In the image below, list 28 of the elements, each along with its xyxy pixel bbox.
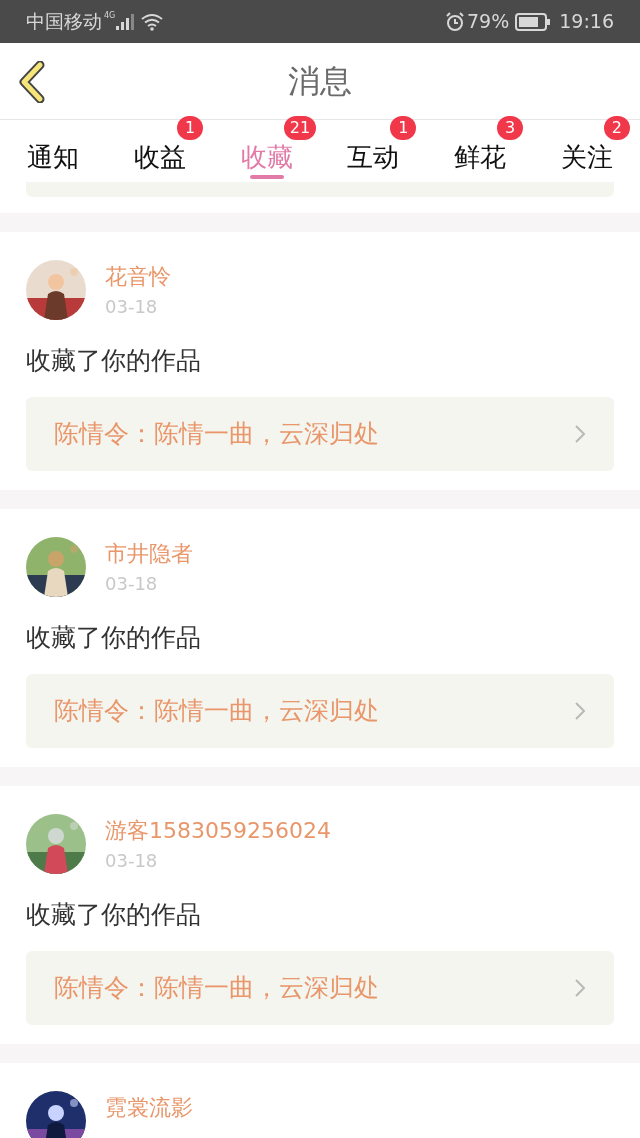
chevron-right-icon	[574, 701, 586, 721]
clock-time: 19:16	[559, 9, 614, 35]
count-badge: 21	[283, 116, 317, 140]
chevron-right-icon	[574, 424, 586, 444]
count-badge: 1	[390, 116, 417, 140]
work-link[interactable]: 陈情令：陈情一曲，云深归处	[26, 397, 614, 471]
page-title: 消息	[288, 61, 352, 102]
alarm-icon	[445, 11, 465, 32]
wifi-icon	[140, 12, 165, 31]
count-badge: 3	[497, 116, 524, 140]
chevron-right-icon	[574, 978, 586, 998]
message-text: 收藏了你的作品	[26, 899, 202, 931]
username[interactable]: 市井隐者	[105, 539, 193, 569]
battery-icon	[515, 12, 552, 31]
carrier-name: 中国移动	[26, 9, 102, 35]
username[interactable]: 游客1583059256024	[105, 816, 331, 846]
work-link[interactable]: 陈情令：陈情一曲，云深归处	[26, 674, 614, 748]
battery-percent: 79%	[467, 9, 510, 35]
message-text: 收藏了你的作品	[26, 622, 202, 654]
count-badge: 2	[603, 116, 630, 140]
tab[interactable]: 通知	[27, 120, 80, 182]
signal-icon	[116, 13, 135, 30]
network-label: 4G	[104, 10, 116, 22]
username[interactable]: 花音怜	[105, 262, 171, 292]
work-link[interactable]: 陈情令：陈情一曲，云深归处	[26, 951, 614, 1025]
username[interactable]: 霓裳流影	[105, 1093, 193, 1123]
count-badge: 1	[177, 116, 204, 140]
message-text: 收藏了你的作品	[26, 345, 202, 377]
